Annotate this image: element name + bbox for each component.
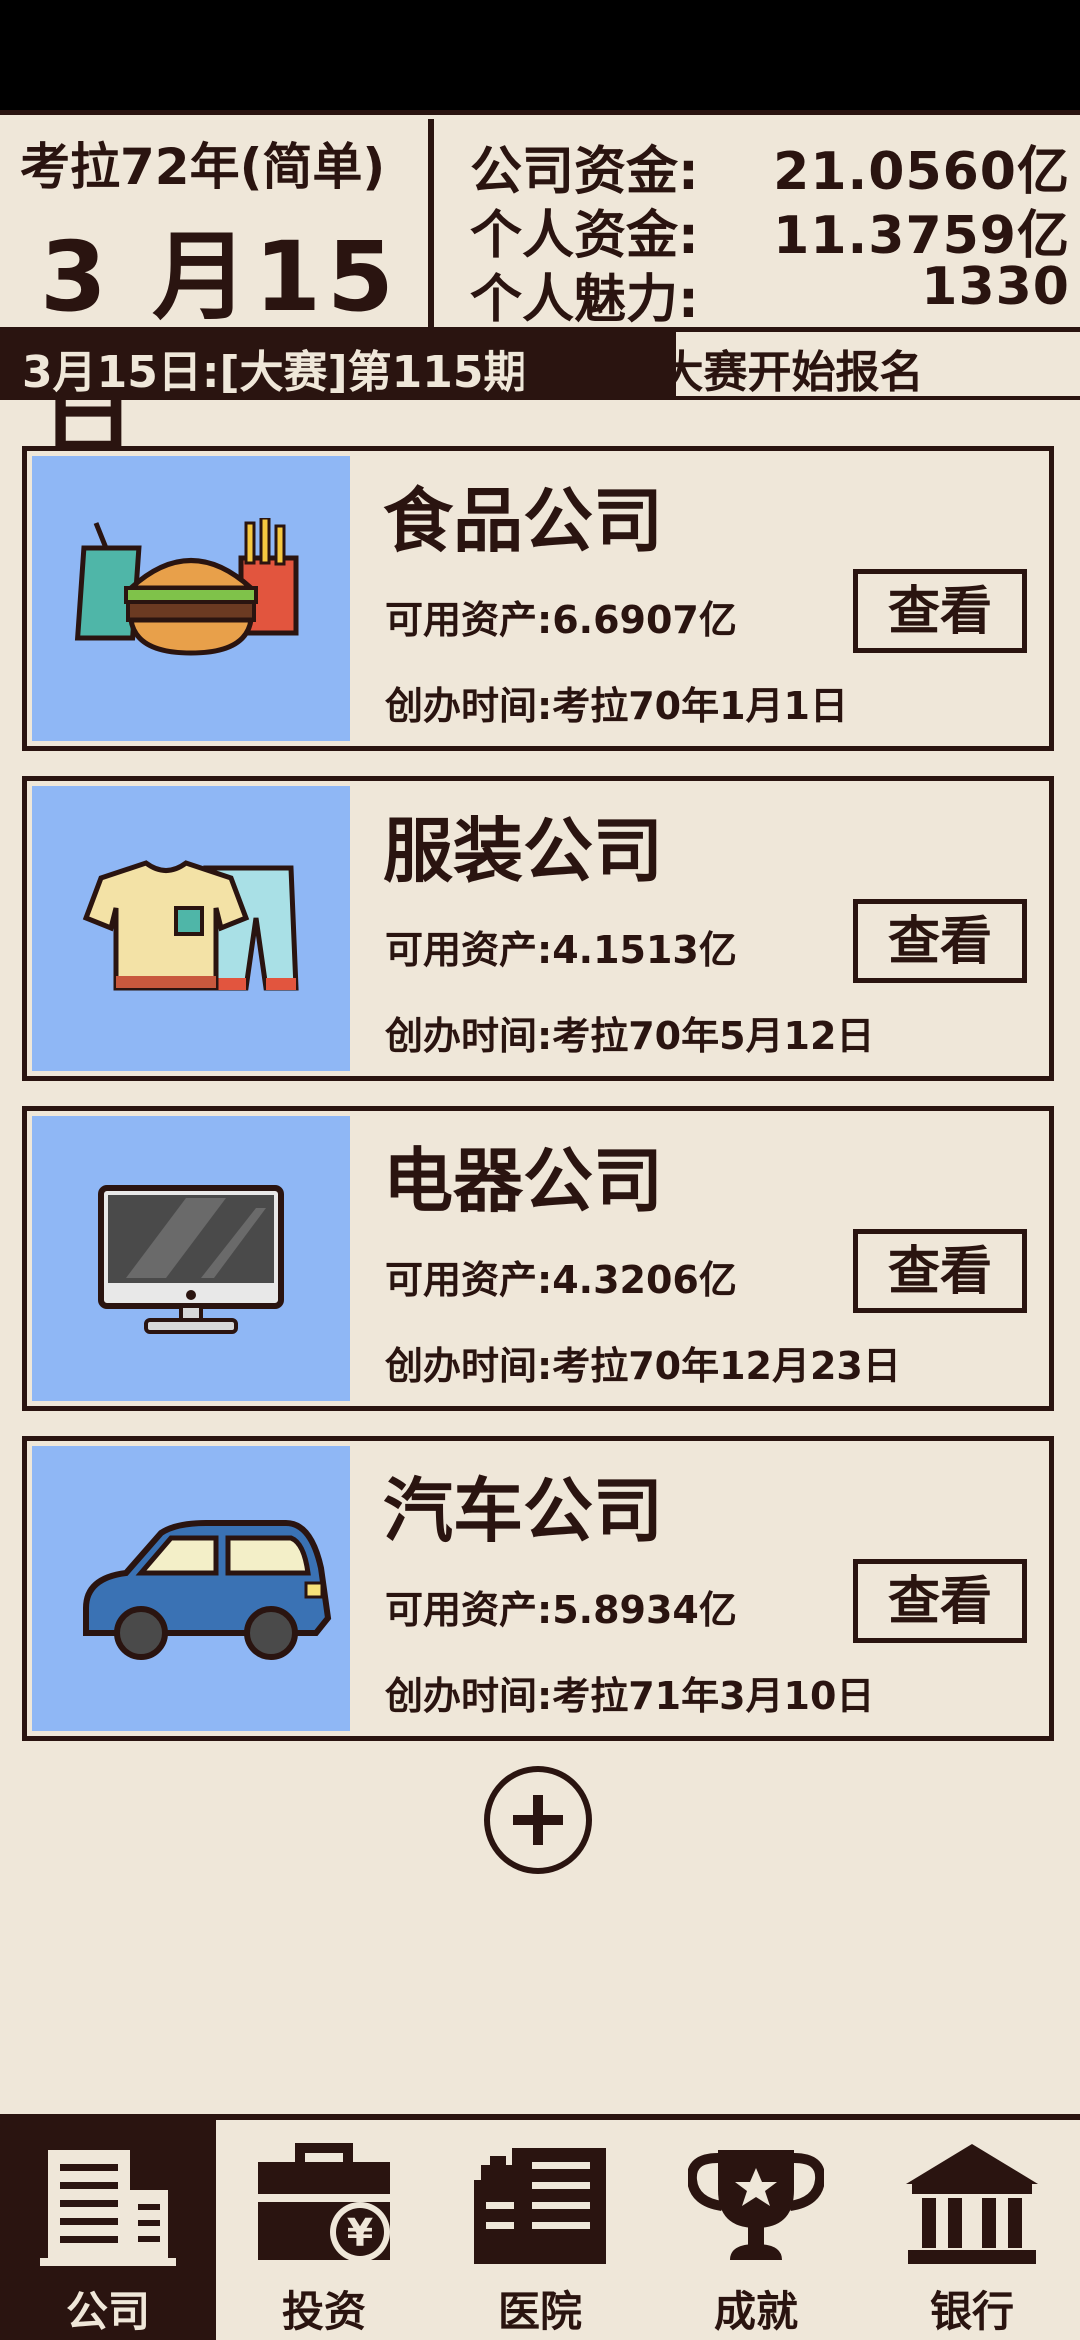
company-card-clothing: 服装公司 可用资产:4.1513亿 创办时间:考拉70年5月12日 查看 bbox=[22, 776, 1054, 1081]
building-icon bbox=[40, 2150, 176, 2266]
news-ticker: 3月15日:[大赛]第115期机器人大赛开始报名 3月15日:[大赛]第115期… bbox=[0, 332, 1080, 400]
status-bar bbox=[0, 0, 1080, 110]
briefcase-yen-icon: ¥ bbox=[258, 2143, 390, 2262]
nav-label: 成就 bbox=[713, 2287, 798, 2336]
view-button[interactable]: 查看 bbox=[853, 569, 1027, 653]
food-icon bbox=[74, 518, 299, 656]
company-thumb bbox=[32, 1446, 350, 1731]
clothing-icon bbox=[82, 860, 299, 991]
company-card-food: 食品公司 可用资产:6.6907亿 创办时间:考拉70年1月1日 查看 bbox=[22, 446, 1054, 751]
funds-panel: 公司资金: 21.0560亿 个人资金: 11.3759亿 个人魅力: 1330 bbox=[444, 119, 1074, 330]
company-founded: 创办时间:考拉70年12月23日 bbox=[385, 1344, 901, 1388]
company-card-auto: 汽车公司 可用资产:5.8934亿 创办时间:考拉71年3月10日 查看 bbox=[22, 1436, 1054, 1741]
charm-label: 个人魅力: bbox=[470, 270, 699, 330]
date-panel: 考拉72年(简单) 3 月15 日 bbox=[4, 119, 434, 472]
company-founded: 创办时间:考拉70年1月1日 bbox=[385, 684, 848, 728]
charm-row: 个人魅力: 1330 bbox=[470, 257, 1070, 330]
company-card-electronics: 电器公司 可用资产:4.3206亿 创办时间:考拉70年12月23日 查看 bbox=[22, 1106, 1054, 1411]
nav-item-achievements[interactable]: 成就 bbox=[648, 2120, 864, 2340]
charm-value: 1330 bbox=[921, 257, 1070, 317]
nav-label: 投资 bbox=[281, 2287, 366, 2336]
company-assets: 可用资产:5.8934亿 bbox=[385, 1588, 737, 1632]
company-founded: 创办时间:考拉70年5月12日 bbox=[385, 1014, 875, 1058]
hospital-icon bbox=[474, 2148, 606, 2264]
car-icon bbox=[83, 1520, 332, 1660]
company-name: 电器公司 bbox=[383, 1140, 663, 1222]
nav-label: 银行 bbox=[929, 2287, 1014, 2336]
company-name: 服装公司 bbox=[383, 810, 663, 892]
company-assets: 可用资产:4.1513亿 bbox=[385, 928, 737, 972]
company-assets: 可用资产:4.3206亿 bbox=[385, 1258, 737, 1302]
add-company-button[interactable] bbox=[484, 1766, 592, 1874]
nav-item-bank[interactable]: 银行 bbox=[864, 2120, 1080, 2340]
bank-icon bbox=[906, 2144, 1038, 2264]
company-thumb bbox=[32, 786, 350, 1071]
company-funds-row: 公司资金: 21.0560亿 bbox=[470, 129, 1070, 202]
company-thumb bbox=[32, 1116, 350, 1401]
monitor-icon bbox=[98, 1185, 284, 1334]
svg-text:¥: ¥ bbox=[347, 2211, 373, 2255]
nav-label: 医院 bbox=[497, 2287, 582, 2336]
company-name: 汽车公司 bbox=[383, 1470, 663, 1552]
company-founded: 创办时间:考拉71年3月10日 bbox=[385, 1674, 875, 1718]
company-thumb bbox=[32, 456, 350, 741]
nav-item-company[interactable]: 公司 bbox=[0, 2120, 216, 2340]
view-button[interactable]: 查看 bbox=[853, 1229, 1027, 1313]
nav-item-hospital[interactable]: 医院 bbox=[432, 2120, 648, 2340]
nav-label: 公司 bbox=[65, 2287, 150, 2336]
header: 考拉72年(简单) 3 月15 日 公司资金: 21.0560亿 个人资金: 1… bbox=[0, 110, 1080, 472]
bottom-nav: 公司 ¥ 投资 医院 成就 银行 bbox=[0, 2114, 1080, 2340]
company-name: 食品公司 bbox=[383, 480, 663, 562]
view-button[interactable]: 查看 bbox=[853, 1559, 1027, 1643]
nav-item-invest[interactable]: ¥ 投资 bbox=[216, 2120, 432, 2340]
trophy-icon bbox=[688, 2150, 824, 2260]
era-label: 考拉72年(简单) bbox=[20, 138, 386, 196]
personal-funds-row: 个人资金: 11.3759亿 bbox=[470, 193, 1070, 266]
company-assets: 可用资产:6.6907亿 bbox=[385, 598, 737, 642]
view-button[interactable]: 查看 bbox=[853, 899, 1027, 983]
